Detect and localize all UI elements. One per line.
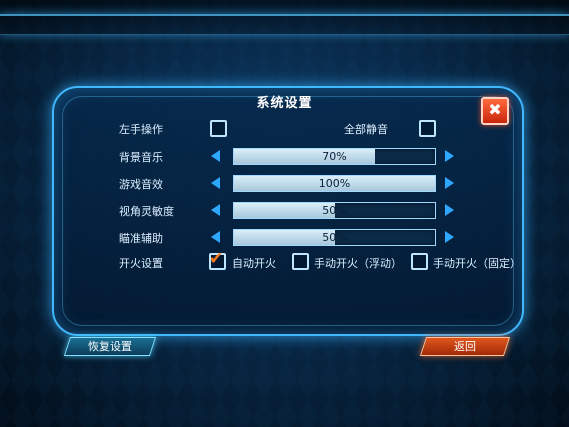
slider-value: 50% — [322, 204, 347, 217]
checkmark-icon: ✔ — [209, 249, 224, 269]
reset-settings-button[interactable]: 恢复设置 — [63, 337, 157, 356]
slider-value: 50% — [322, 231, 347, 244]
increase-arrow-icon[interactable] — [445, 204, 454, 216]
slider-label: 游戏音效 — [119, 178, 163, 191]
decrease-arrow-icon[interactable] — [211, 231, 220, 243]
back-label: 返回 — [454, 340, 476, 353]
slider-track[interactable]: 70% — [233, 148, 436, 165]
slider-value: 100% — [318, 177, 351, 190]
decrease-arrow-icon[interactable] — [211, 177, 220, 189]
decrease-arrow-icon[interactable] — [211, 204, 220, 216]
slider-label: 背景音乐 — [119, 151, 163, 164]
fire-manual-fixed-label: 手动开火（固定） — [433, 257, 521, 270]
slider-track[interactable]: 100% — [233, 175, 436, 192]
slider-value: 70% — [322, 150, 347, 163]
slider-label: 瞄准辅助 — [119, 232, 163, 245]
close-icon: ✖ — [488, 100, 502, 119]
fire-manual-float-checkbox[interactable] — [292, 253, 309, 270]
back-button[interactable]: 返回 — [419, 337, 511, 356]
increase-arrow-icon[interactable] — [445, 177, 454, 189]
left-hand-checkbox[interactable] — [210, 120, 227, 137]
fire-auto-label: 自动开火 — [232, 257, 276, 270]
top-frame-line — [0, 14, 569, 35]
fire-manual-float-label: 手动开火（浮动） — [314, 257, 402, 270]
mute-all-checkbox[interactable] — [419, 120, 436, 137]
fire-manual-fixed-checkbox[interactable] — [411, 253, 428, 270]
fire-mode-label: 开火设置 — [119, 257, 163, 270]
slider-label: 视角灵敏度 — [119, 205, 174, 218]
increase-arrow-icon[interactable] — [445, 231, 454, 243]
slider-track[interactable]: 50% — [233, 229, 436, 246]
close-button[interactable]: ✖ — [481, 97, 509, 125]
mute-all-label: 全部静音 — [344, 123, 388, 136]
increase-arrow-icon[interactable] — [445, 150, 454, 162]
left-hand-label: 左手操作 — [119, 123, 163, 136]
slider-track[interactable]: 50% — [233, 202, 436, 219]
reset-settings-label: 恢复设置 — [88, 340, 132, 353]
fire-auto-checkbox[interactable]: ✔ — [209, 249, 226, 270]
decrease-arrow-icon[interactable] — [211, 150, 220, 162]
